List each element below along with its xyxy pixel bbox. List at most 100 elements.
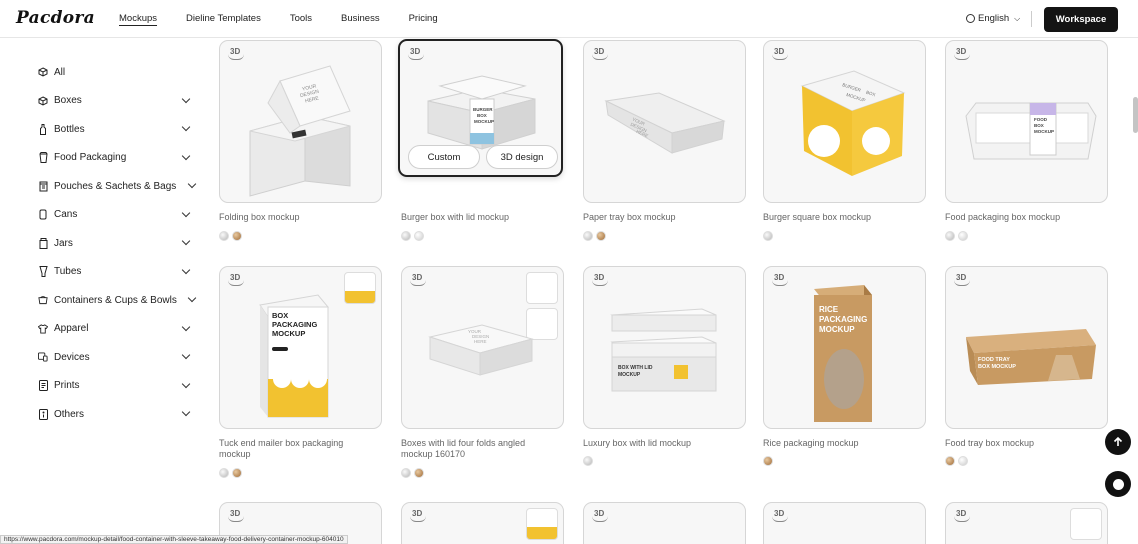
3d-badge: 3D — [591, 509, 609, 522]
chevron-down-icon[interactable] — [181, 208, 191, 217]
swatch-silver[interactable] — [401, 468, 411, 478]
swatch-white[interactable] — [958, 231, 968, 241]
product-caption[interactable]: Food packaging box mockup — [945, 212, 1110, 223]
chevron-down-icon[interactable] — [181, 236, 191, 246]
food-tray-image — [966, 329, 1096, 385]
chevron-down-icon[interactable] — [181, 265, 191, 274]
sidebar-item-cans[interactable]: Cans — [38, 201, 193, 230]
product-card-burger-square-box[interactable]: 3D BURGER BOX MOCKUP — [763, 40, 926, 203]
nav-dieline-templates[interactable]: Dieline Templates — [186, 13, 261, 24]
chat-button[interactable] — [1105, 471, 1131, 497]
product-card-burger-box[interactable]: 3D BURGER BOX MOCKUP Custom 3D design — [398, 39, 563, 177]
product-card-luxury-box[interactable]: 3D BOX WITH LID MOCKUP — [583, 266, 746, 429]
chevron-down-icon[interactable] — [181, 122, 191, 132]
product-card-tuck-end-mailer[interactable]: 3D BOX PACKAGING MOCKUP — [219, 266, 382, 429]
swatch-silver[interactable] — [945, 231, 955, 241]
swatch-white[interactable] — [958, 456, 968, 466]
workspace-button[interactable]: Workspace — [1044, 7, 1118, 32]
folding-box-image — [249, 65, 351, 197]
product-caption[interactable]: Tuck end mailer box packaging mockup — [219, 438, 369, 460]
product-card-row3-3[interactable]: 3D — [583, 502, 746, 544]
swatch-brown[interactable] — [945, 456, 955, 466]
chevron-down-icon[interactable] — [181, 94, 191, 103]
product-card-food-tray-box[interactable]: 3D FOOD TRAY BOX MOCKUP — [945, 266, 1108, 429]
product-card-row3-5[interactable]: 3D — [945, 502, 1108, 544]
nav-mockups[interactable]: Mockups — [119, 13, 157, 24]
product-caption[interactable]: Luxury box with lid mockup — [583, 438, 748, 449]
device-icon — [38, 352, 48, 363]
product-caption[interactable]: Folding box mockup — [219, 212, 384, 223]
sidebar-item-others[interactable]: Others — [38, 400, 193, 429]
sidebar-item-apparel[interactable]: Apparel — [38, 315, 193, 344]
product-card-food-packaging-box[interactable]: 3D FOOD BOX MOCKUP — [945, 40, 1108, 203]
art-line: MOCKUP — [819, 325, 855, 334]
pacdora-logo[interactable]: Pacdora — [16, 8, 95, 28]
sidebar-item-label: Food Packaging — [54, 152, 127, 164]
thumbnail[interactable] — [526, 508, 558, 540]
nav-pricing[interactable]: Pricing — [409, 13, 438, 24]
sidebar-item-all[interactable]: All — [38, 58, 193, 87]
swatch-brown[interactable] — [232, 468, 242, 478]
status-bar-url: https://www.pacdora.com/mockup-detail/fo… — [0, 535, 348, 544]
product-caption[interactable]: Rice packaging mockup — [763, 438, 928, 449]
custom-button[interactable]: Custom — [408, 145, 480, 169]
globe-icon — [966, 14, 975, 23]
chat-bubble-icon — [1112, 478, 1124, 490]
sidebar-item-bottles[interactable]: Bottles — [38, 115, 193, 144]
sidebar-item-devices[interactable]: Devices — [38, 343, 193, 372]
product-caption[interactable]: Burger square box mockup — [763, 212, 928, 223]
swatch-brown[interactable] — [763, 456, 773, 466]
scroll-to-top-button[interactable] — [1105, 429, 1131, 455]
nav-tools[interactable]: Tools — [290, 13, 312, 24]
3d-design-button[interactable]: 3D design — [486, 145, 558, 169]
art-line: MOCKUP — [618, 372, 641, 378]
swatch-silver[interactable] — [583, 456, 593, 466]
thumbnail[interactable] — [1070, 508, 1102, 540]
sidebar-item-label: Others — [54, 408, 85, 420]
swatch-brown[interactable] — [232, 231, 242, 241]
swatch-silver[interactable] — [583, 231, 593, 241]
product-caption[interactable]: Boxes with lid four folds angled mockup … — [401, 438, 556, 460]
chevron-down-icon[interactable] — [181, 407, 191, 417]
jar-icon — [38, 237, 48, 249]
product-card-row3-4[interactable]: 3D — [763, 502, 926, 544]
product-card-paper-tray[interactable]: 3D YOUR DESIGN HERE — [583, 40, 746, 203]
sidebar-item-prints[interactable]: Prints — [38, 372, 193, 401]
chevron-down-icon[interactable] — [187, 293, 197, 303]
product-card-folding-box[interactable]: 3D YOUR DESIGN HERE — [219, 40, 382, 203]
chevron-down-icon[interactable] — [181, 379, 191, 388]
swatch-silver[interactable] — [401, 231, 411, 241]
sidebar-item-pouches[interactable]: Pouches & Sachets & Bags — [38, 172, 197, 201]
sidebar-item-tubes[interactable]: Tubes — [38, 258, 193, 287]
sidebar-item-label: Tubes — [54, 266, 82, 278]
product-caption[interactable]: Paper tray box mockup — [583, 212, 748, 223]
product-caption[interactable]: Food tray box mockup — [945, 438, 1110, 449]
swatch-silver[interactable] — [219, 468, 229, 478]
nav-business[interactable]: Business — [341, 13, 380, 24]
sidebar-item-label: Apparel — [54, 323, 89, 335]
product-caption[interactable]: Burger box with lid mockup — [401, 212, 566, 223]
swatch-brown[interactable] — [596, 231, 606, 241]
swatch-white[interactable] — [414, 231, 424, 241]
language-selector[interactable]: English ⌵ — [966, 13, 1020, 24]
color-swatches — [401, 468, 427, 478]
chevron-down-icon[interactable] — [181, 322, 191, 331]
swatch-brown[interactable] — [414, 468, 424, 478]
sidebar-item-food-packaging[interactable]: Food Packaging — [38, 144, 193, 173]
product-card-rice-packaging[interactable]: 3D RICE PACKAGING MOCKUP — [763, 266, 926, 429]
chevron-down-icon[interactable] — [187, 179, 197, 189]
chevron-down-icon[interactable] — [181, 151, 191, 160]
pouch-icon — [38, 181, 48, 192]
swatch-silver[interactable] — [763, 231, 773, 241]
art-line: BOX — [1034, 123, 1044, 128]
sidebar-item-boxes[interactable]: Boxes — [38, 87, 193, 116]
chevron-down-icon[interactable] — [181, 350, 191, 360]
product-card-row3-2[interactable]: 3D — [401, 502, 564, 544]
sidebar-item-containers[interactable]: Containers & Cups & Bowls — [38, 286, 197, 315]
swatch-silver[interactable] — [219, 231, 229, 241]
sidebar-item-jars[interactable]: Jars — [38, 229, 193, 258]
scrollbar-thumb[interactable] — [1133, 97, 1138, 133]
art-line: MOCKUP — [474, 119, 494, 124]
product-card-boxes-with-lid[interactable]: 3D YOUR DESIGN HERE — [401, 266, 564, 429]
color-swatches — [219, 468, 245, 478]
